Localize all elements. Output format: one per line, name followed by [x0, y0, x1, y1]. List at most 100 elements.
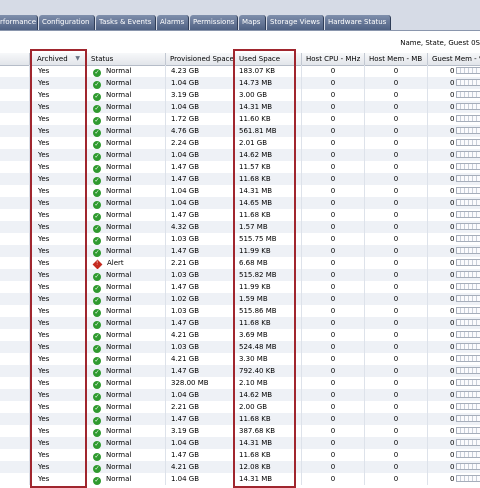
archived-cell: Yes	[30, 209, 87, 221]
tab-hardware-status[interactable]: Hardware Status	[325, 15, 391, 30]
tab-maps[interactable]: Maps	[239, 15, 266, 30]
tab-alarms[interactable]: Alarms	[157, 15, 189, 30]
guest-mem-value: 0	[450, 451, 455, 459]
status-cell: ✓ Normal	[87, 185, 166, 197]
header-provisioned-space[interactable]: Provisioned Space	[166, 53, 235, 65]
status-cell: ✓ Normal	[87, 425, 166, 437]
header-host-cpu[interactable]: Host CPU - MHz	[302, 53, 365, 65]
table-row[interactable]: Yes ✓ Normal 1.04 GB 14.62 MB 0 0 0	[0, 149, 480, 161]
filter-by-label[interactable]: Name, State, Guest 0S	[400, 39, 480, 47]
table-row[interactable]: Yes! Alert 2.21 GB 6.68 MB 0 0 0	[0, 257, 480, 269]
table-row[interactable]: Yes ✓ Normal 4.21 GB 12.08 KB 0 0 0	[0, 461, 480, 473]
used-space-cell: 11.68 KB	[235, 413, 302, 425]
provisioned-space-cell: 3.19 GB	[166, 89, 235, 101]
table-row[interactable]: Yes ✓ Normal 4.76 GB 561.81 MB 0 0 0	[0, 125, 480, 137]
tab-permissions[interactable]: Permissions	[190, 15, 238, 30]
guest-mem-cell: 0	[428, 197, 480, 209]
ok-icon: ✓	[93, 117, 101, 125]
tab-tasks-events[interactable]: Tasks & Events	[96, 15, 156, 30]
tab-configuration[interactable]: Configuration	[39, 15, 95, 30]
status-cell: ✓ Normal	[87, 113, 166, 125]
table-row[interactable]: Yes ✓ Normal 1.47 GB 11.68 KB 0 0 0	[0, 173, 480, 185]
table-row[interactable]: Yes ✓ Normal 328.00 MB 2.10 MB 0 0 0	[0, 377, 480, 389]
tab-performance[interactable]: rformance	[0, 15, 38, 30]
guest-mem-value: 0	[450, 151, 455, 159]
used-space-cell: 3.00 GB	[235, 89, 302, 101]
guest-mem-cell: 0	[428, 125, 480, 137]
header-archived[interactable]: Archived ▼	[30, 53, 87, 65]
archived-cell: Yes	[30, 449, 87, 461]
used-space-cell: 11.60 KB	[235, 113, 302, 125]
host-cpu-cell: 0	[302, 77, 365, 89]
host-cpu-cell: 0	[302, 449, 365, 461]
table-row[interactable]: Yes ✓ Normal 1.04 GB 14.73 MB 0 0 0	[0, 77, 480, 89]
table-row[interactable]: Yes ✓ Normal 1.03 GB 515.82 MB 0 0 0	[0, 269, 480, 281]
table-row[interactable]: Yes ✓ Normal 1.04 GB 14.31 MB 0 0 0	[0, 437, 480, 449]
status-cell: ✓ Normal	[87, 293, 166, 305]
provisioned-space-cell: 2.21 GB	[166, 401, 235, 413]
header-used-space[interactable]: Used Space	[235, 53, 302, 65]
status-cell: ✓ Normal	[87, 233, 166, 245]
header-status[interactable]: Status	[87, 53, 166, 65]
guest-mem-bar	[456, 415, 480, 422]
table-row[interactable]: Yes ✓ Normal 1.03 GB 515.86 MB 0 0 0	[0, 305, 480, 317]
table-row[interactable]: Yes ✓ Normal 3.19 GB 3.00 GB 0 0 0	[0, 89, 480, 101]
host-mem-cell: 0	[365, 329, 428, 341]
header-host-mem[interactable]: Host Mem - MB	[365, 53, 428, 65]
table-row[interactable]: Yes ✓ Normal 1.03 GB 524.48 MB 0 0 0	[0, 341, 480, 353]
guest-mem-value: 0	[450, 271, 455, 279]
host-cpu-cell: 0	[302, 221, 365, 233]
table-row[interactable]: Yes ✓ Normal 1.04 GB 14.31 MB 0 0 0	[0, 185, 480, 197]
host-cpu-cell: 0	[302, 425, 365, 437]
provisioned-space-cell: 1.03 GB	[166, 341, 235, 353]
guest-mem-cell: 0	[428, 245, 480, 257]
used-space-cell: 11.68 KB	[235, 173, 302, 185]
status-cell: ✓ Normal	[87, 197, 166, 209]
table-row[interactable]: Yes ✓ Normal 1.47 GB 11.99 KB 0 0 0	[0, 245, 480, 257]
status-text: Normal	[106, 115, 132, 123]
table-row[interactable]: Yes ✓ Normal 1.04 GB 14.62 MB 0 0 0	[0, 389, 480, 401]
table-row[interactable]: Yes ✓ Normal 1.47 GB 11.68 KB 0 0 0	[0, 209, 480, 221]
table-row[interactable]: Yes ✓ Normal 1.47 GB 11.68 KB 0 0 0	[0, 449, 480, 461]
archived-cell: Yes	[30, 365, 87, 377]
table-row[interactable]: Yes ✓ Normal 1.47 GB 11.68 KB 0 0 0	[0, 413, 480, 425]
host-cpu-cell: 0	[302, 389, 365, 401]
guest-mem-value: 0	[450, 295, 455, 303]
table-row[interactable]: Yes ✓ Normal 3.19 GB 387.68 KB 0 0 0	[0, 425, 480, 437]
table-row[interactable]: Yes ✓ Normal 1.04 GB 14.31 MB 0 0 0	[0, 473, 480, 485]
host-cpu-cell: 0	[302, 305, 365, 317]
status-text: Normal	[106, 439, 132, 447]
used-space-cell: 14.62 MB	[235, 389, 302, 401]
row-spacer	[0, 329, 30, 341]
table-row[interactable]: Yes ✓ Normal 2.21 GB 2.00 GB 0 0 0	[0, 401, 480, 413]
table-row[interactable]: Yes ✓ Normal 1.04 GB 14.31 MB 0 0 0	[0, 101, 480, 113]
host-cpu-cell: 0	[302, 149, 365, 161]
table-row[interactable]: Yes ✓ Normal 1.72 GB 11.60 KB 0 0 0	[0, 113, 480, 125]
table-row[interactable]: Yes ✓ Normal 4.32 GB 1.57 MB 0 0 0	[0, 221, 480, 233]
table-row[interactable]: Yes ✓ Normal 1.02 GB 1.59 MB 0 0 0	[0, 293, 480, 305]
guest-mem-value: 0	[450, 415, 455, 423]
table-row[interactable]: Yes ✓ Normal 4.23 GB 183.07 KB 0 0 0	[0, 65, 480, 77]
table-row[interactable]: Yes ✓ Normal 1.47 GB 11.99 KB 0 0 0	[0, 281, 480, 293]
header-guest-mem[interactable]: Guest Mem - %	[428, 53, 480, 65]
guest-mem-bar	[456, 199, 480, 206]
guest-mem-bar	[456, 79, 480, 86]
status-cell: ✓ Normal	[87, 365, 166, 377]
row-spacer	[0, 197, 30, 209]
host-cpu-cell: 0	[302, 197, 365, 209]
table-row[interactable]: Yes ✓ Normal 4.21 GB 3.69 MB 0 0 0	[0, 329, 480, 341]
tab-storage-views[interactable]: Storage Views	[267, 15, 324, 30]
table-row[interactable]: Yes ✓ Normal 1.04 GB 14.65 MB 0 0 0	[0, 197, 480, 209]
table-row[interactable]: Yes ✓ Normal 1.47 GB 11.68 KB 0 0 0	[0, 317, 480, 329]
table-row[interactable]: Yes ✓ Normal 4.21 GB 3.30 MB 0 0 0	[0, 353, 480, 365]
table-row[interactable]: Yes ✓ Normal 1.47 GB 11.57 KB 0 0 0	[0, 161, 480, 173]
guest-mem-bar	[456, 235, 480, 242]
host-mem-cell: 0	[365, 89, 428, 101]
ok-icon: ✓	[93, 429, 101, 437]
status-text: Normal	[106, 295, 132, 303]
table-row[interactable]: Yes ✓ Normal 1.03 GB 515.75 MB 0 0 0	[0, 233, 480, 245]
guest-mem-cell: 0	[428, 365, 480, 377]
ok-icon: ✓	[93, 201, 101, 209]
table-row[interactable]: Yes ✓ Normal 2.24 GB 2.01 GB 0 0 0	[0, 137, 480, 149]
table-row[interactable]: Yes ✓ Normal 1.47 GB 792.40 KB 0 0 0	[0, 365, 480, 377]
